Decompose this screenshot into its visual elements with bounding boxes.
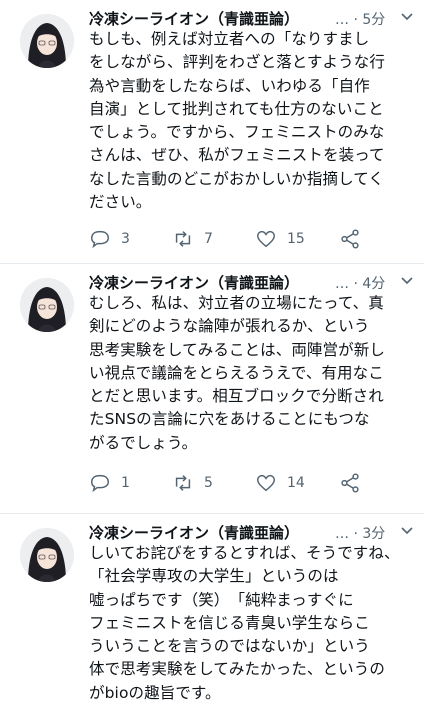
name-ellipsis: … [335,526,349,542]
share-icon [341,229,359,249]
like-button[interactable]: 15 [255,226,305,252]
tweet-header: 冷凍シーライオン（青識亜論） … · 3分 [89,520,424,542]
retweet-count: 5 [204,475,213,491]
tweet-actions: 3 7 15 [89,226,389,252]
time-text: · 3分 [353,526,386,542]
chevron-down-icon[interactable] [399,522,415,538]
tweet-header: 冷凍シーライオン（青識亜論） … · 5分 [89,6,424,28]
name-ellipsis: … [335,276,349,292]
like-button[interactable]: 14 [255,470,305,496]
reply-count: 1 [121,475,130,491]
reply-icon [91,230,109,249]
tweet-text: むしろ、私は、対立者の立場にたって、真 剣にどのような論陣が張れるか、という 思… [89,294,385,452]
tweet-actions: 1 5 14 [89,470,389,496]
heart-icon [257,230,275,248]
avatar[interactable] [20,14,74,68]
tweet[interactable]: 冷凍シーライオン（青識亜論） … · 4分 むしろ、私は、対立者の立場にたって、… [0,264,424,514]
retweet-button[interactable]: 7 [172,226,213,252]
timestamp[interactable]: … · 4分 [335,273,385,293]
time-text: · 4分 [353,276,386,292]
retweet-icon [175,231,191,247]
tweet-text: もしも、例えば対立者への「なりすまし をしながら、評判をわざと落とすような行 為… [89,30,385,212]
share-icon [341,473,359,493]
tweet[interactable]: 冷凍シーライオン（青識亜論） … · 3分 しいてお詫びをするとすれば、そうです… [0,514,424,724]
time-text: · 5分 [353,12,386,28]
like-count: 15 [287,231,305,247]
heart-icon [257,474,275,492]
share-button[interactable] [339,226,361,252]
author-name[interactable]: 冷凍シーライオン（青識亜論） [89,522,299,543]
tweet-text: しいてお詫びをするとすれば、そうですね、「社会学専攻の大学生」というのは 嘘っぱ… [89,544,400,702]
name-ellipsis: … [335,12,349,28]
tweet[interactable]: 冷凍シーライオン（青識亜論） … · 5分 もしも、例えば対立者への「なりすまし… [0,0,424,264]
reply-count: 3 [121,231,130,247]
chevron-down-icon[interactable] [399,8,415,24]
reply-icon [91,474,109,493]
reply-button[interactable]: 3 [89,226,130,252]
share-button[interactable] [339,470,361,496]
avatar[interactable] [20,528,74,582]
retweet-count: 7 [204,231,213,247]
timestamp[interactable]: … · 3分 [335,523,385,543]
retweet-button[interactable]: 5 [172,470,213,496]
author-name[interactable]: 冷凍シーライオン（青識亜論） [89,272,299,293]
timestamp[interactable]: … · 5分 [335,9,385,29]
avatar[interactable] [20,278,74,332]
retweet-icon [175,475,191,491]
chevron-down-icon[interactable] [399,272,415,288]
tweet-header: 冷凍シーライオン（青識亜論） … · 4分 [89,270,424,292]
author-name[interactable]: 冷凍シーライオン（青識亜論） [89,8,299,29]
reply-button[interactable]: 1 [89,470,130,496]
like-count: 14 [287,475,305,491]
